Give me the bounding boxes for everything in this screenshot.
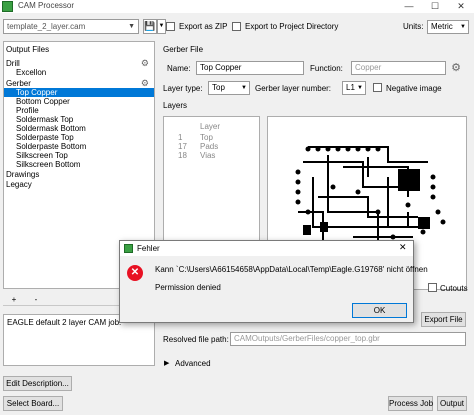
job-file-value: template_2_layer.cam xyxy=(7,22,86,31)
name-label: Name: xyxy=(167,64,191,73)
save-icon[interactable]: 💾 xyxy=(143,19,157,34)
app-icon xyxy=(124,244,133,253)
export-project-label: Export to Project Directory xyxy=(245,22,339,31)
export-zip-label: Export as ZIP xyxy=(179,22,228,31)
tree-item-drawings[interactable]: Drawings xyxy=(4,170,154,179)
advanced-toggle-label[interactable]: Advanced xyxy=(175,359,211,368)
layer-type-value: Top xyxy=(212,83,225,92)
units-value: Metric xyxy=(431,22,453,31)
cutouts-checkbox[interactable] xyxy=(428,283,437,292)
tree-item-solderpaste-top[interactable]: Solderpaste Top xyxy=(4,133,154,142)
tree-item-silkscreen-top[interactable]: Silkscreen Top xyxy=(4,151,154,160)
layer-name: Top xyxy=(200,133,213,142)
ok-button[interactable]: OK xyxy=(352,303,407,318)
negative-image-checkbox[interactable] xyxy=(373,83,382,92)
tree-item-solderpaste-bottom[interactable]: Solderpaste Bottom xyxy=(4,142,154,151)
tree-item-legacy[interactable]: Legacy xyxy=(4,180,154,189)
minimize-button[interactable]: — xyxy=(396,0,422,13)
chevron-down-icon: ▼ xyxy=(241,85,247,91)
chevron-down-icon: ▼ xyxy=(128,23,135,30)
tree-item-profile[interactable]: Profile xyxy=(4,106,154,115)
tree-item-soldermask-bottom[interactable]: Soldermask Bottom xyxy=(4,124,154,133)
chevron-down-icon: ▼ xyxy=(357,85,363,91)
dialog-message: Kann `C:\Users\A66154658\AppData\Local\T… xyxy=(155,265,428,274)
dialog-title-bar xyxy=(120,241,413,256)
job-file-combo[interactable]: template_2_layer.cam ▼ xyxy=(3,19,139,34)
cutouts-label: Cutouts xyxy=(440,284,468,293)
select-board-button[interactable]: Select Board... xyxy=(3,396,63,411)
save-menu-chevron-icon[interactable]: ▼ xyxy=(157,19,166,34)
tree-item-output-files[interactable]: Output Files xyxy=(4,45,154,54)
edit-description-button[interactable]: Edit Description... xyxy=(3,376,72,391)
layer-number-value: L1 xyxy=(346,83,355,92)
process-job-button[interactable]: Process Job xyxy=(388,396,433,411)
resolved-path-label: Resolved file path: xyxy=(163,335,229,344)
layer-number-select[interactable]: L1 ▼ xyxy=(342,81,366,95)
dialog-detail: Permission denied xyxy=(155,283,221,292)
tree-item-gerber[interactable]: Gerber ⚙ xyxy=(4,79,154,89)
layers-header: Layer xyxy=(200,122,221,131)
gear-icon[interactable]: ⚙ xyxy=(141,79,149,88)
error-icon: ✕ xyxy=(127,265,143,281)
function-label: Function: xyxy=(310,64,343,73)
name-input[interactable]: Top Copper xyxy=(196,61,304,75)
output-button[interactable]: Output xyxy=(437,396,467,411)
layer-type-select[interactable]: Top ▼ xyxy=(208,81,250,95)
tree-item-excellon[interactable]: Excellon xyxy=(4,68,154,77)
tree-item-top-copper[interactable]: Top Copper xyxy=(4,88,154,97)
tree-item-drill[interactable]: Drill ⚙ xyxy=(4,59,154,69)
units-select[interactable]: Metric ▼ xyxy=(427,20,469,34)
function-input[interactable]: Copper xyxy=(351,61,446,75)
gear-icon[interactable]: ⚙ xyxy=(141,59,149,68)
description-text: EAGLE default 2 layer CAM job. xyxy=(7,318,122,327)
error-dialog: Fehler ✕ ✕ Kann `C:\Users\A66154658\AppD… xyxy=(119,240,428,323)
resolved-path-field[interactable]: CAMOutputs/GerberFiles/copper_top.gbr xyxy=(230,332,466,346)
chevron-down-icon: ▼ xyxy=(460,24,466,30)
layer-name: Vias xyxy=(200,151,216,160)
gerber-file-group-label: Gerber File xyxy=(163,45,204,54)
export-file-button[interactable]: Export File xyxy=(421,312,466,327)
layer-row[interactable]: 18 xyxy=(178,151,187,160)
tree-item-bottom-copper[interactable]: Bottom Copper xyxy=(4,97,154,106)
tree-item-soldermask-top[interactable]: Soldermask Top xyxy=(4,115,154,124)
gerber-layer-number-label: Gerber layer number: xyxy=(255,84,332,93)
negative-image-label: Negative image xyxy=(386,84,442,93)
dialog-close-button[interactable]: ✕ xyxy=(399,242,407,253)
export-zip-checkbox[interactable] xyxy=(166,22,175,31)
units-label: Units: xyxy=(403,22,424,31)
close-button[interactable]: ✕ xyxy=(448,0,474,13)
layer-row[interactable]: 17 xyxy=(178,142,187,151)
chevron-right-icon[interactable]: ▶ xyxy=(164,359,169,367)
layers-group-label: Layers xyxy=(163,101,188,110)
dialog-title: Fehler xyxy=(137,244,160,253)
layer-row[interactable]: 1 xyxy=(178,133,182,142)
app-icon xyxy=(2,1,13,12)
layer-type-label: Layer type: xyxy=(163,84,203,93)
export-project-checkbox[interactable] xyxy=(232,22,241,31)
maximize-button[interactable]: ☐ xyxy=(422,0,448,13)
gear-icon[interactable]: ⚙ xyxy=(448,60,464,76)
tree-item-silkscreen-bottom[interactable]: Silkscreen Bottom xyxy=(4,160,154,169)
window-title: CAM Processor xyxy=(18,1,75,10)
layer-name: Pads xyxy=(200,142,219,151)
